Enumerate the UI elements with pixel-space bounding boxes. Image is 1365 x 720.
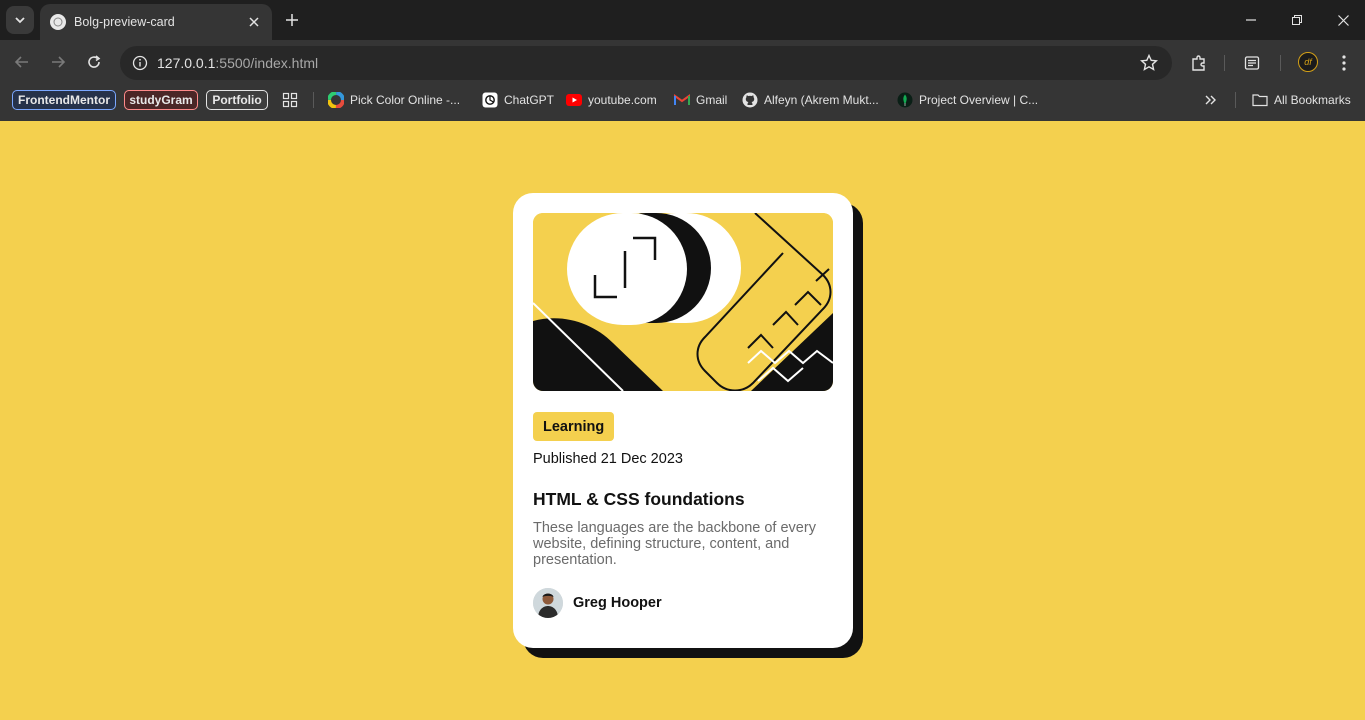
bookmark-github[interactable]: Alfeyn (Akrem Mukt...	[742, 90, 879, 110]
double-chevron-right-icon	[1205, 95, 1216, 105]
bookmark-label: youtube.com	[588, 93, 657, 107]
bookmark-youtube[interactable]: youtube.com	[566, 90, 657, 110]
restore-button[interactable]	[1283, 6, 1311, 34]
chevron-down-icon	[15, 17, 25, 24]
apps-icon[interactable]	[282, 90, 298, 110]
bookmark-gmail[interactable]: Gmail	[674, 90, 727, 110]
folder-icon	[1252, 92, 1268, 108]
forward-button[interactable]	[44, 48, 72, 76]
color-wheel-icon	[328, 92, 344, 108]
card-title[interactable]: HTML & CSS foundations	[533, 489, 745, 510]
site-info-icon[interactable]	[128, 51, 152, 75]
url-path: :5500/index.html	[215, 55, 319, 71]
star-icon[interactable]	[1140, 54, 1158, 72]
card-illustration	[533, 213, 833, 391]
youtube-icon	[566, 92, 582, 108]
author: Greg Hooper	[533, 588, 662, 618]
blog-preview-card: Learning Published 21 Dec 2023 HTML & CS…	[513, 193, 853, 648]
menu-icon[interactable]	[1333, 52, 1355, 74]
all-bookmarks-button[interactable]: All Bookmarks	[1252, 90, 1351, 110]
close-window-button[interactable]	[1329, 6, 1357, 34]
reading-list-icon[interactable]	[1241, 52, 1263, 74]
mongodb-icon	[897, 92, 913, 108]
plus-icon	[286, 14, 298, 26]
all-bookmarks-label: All Bookmarks	[1274, 93, 1351, 107]
globe-icon	[50, 14, 66, 30]
url-text: 127.0.0.1:5500/index.html	[157, 55, 318, 71]
bookmark-pick-color[interactable]: Pick Color Online -...	[328, 90, 460, 110]
reload-button[interactable]	[80, 48, 108, 76]
bookmark-label: Gmail	[696, 93, 728, 107]
profile-avatar[interactable]: df	[1298, 52, 1318, 72]
bookmark-divider	[313, 92, 314, 108]
extensions-icon[interactable]	[1188, 52, 1210, 74]
bookmark-studygram[interactable]: studyGram	[124, 90, 198, 110]
reload-icon	[88, 55, 101, 68]
new-tab-button[interactable]	[281, 9, 303, 31]
address-bar[interactable]: 127.0.0.1:5500/index.html	[120, 46, 1172, 80]
category-tag: Learning	[533, 412, 615, 441]
arrow-left-icon	[14, 56, 28, 68]
bookmark-portfolio[interactable]: Portfolio	[206, 90, 268, 110]
tab-active[interactable]: Bolg-preview-card	[40, 4, 272, 40]
toolbar-divider	[1280, 55, 1281, 71]
bookmark-frontendmentor[interactable]: FrontendMentor	[12, 90, 116, 110]
url-host: 127.0.0.1	[157, 55, 216, 71]
github-icon	[742, 92, 758, 108]
title-bar: Bolg-preview-card	[0, 0, 1365, 40]
bookmark-label: ChatGPT	[504, 93, 555, 107]
arrow-right-icon	[52, 56, 66, 68]
bookmark-label: Alfeyn (Akrem Mukt...	[764, 93, 879, 107]
card-description: These languages are the backbone of ever…	[533, 520, 816, 568]
bookmark-label: Pick Color Online -...	[350, 93, 461, 107]
avatar	[533, 588, 563, 618]
published-date: Published 21 Dec 2023	[533, 451, 683, 467]
restore-icon	[1292, 15, 1302, 25]
bookmark-mongodb[interactable]: Project Overview | C...	[897, 90, 1038, 110]
toolbar-divider	[1224, 55, 1225, 71]
chatgpt-icon	[482, 92, 498, 108]
close-icon[interactable]	[246, 14, 262, 30]
bookmark-divider	[1235, 92, 1236, 108]
gmail-icon	[674, 92, 690, 108]
tab-title: Bolg-preview-card	[74, 15, 175, 29]
tab-search-button[interactable]	[6, 6, 34, 34]
close-icon	[1337, 14, 1349, 26]
bookmark-chatgpt[interactable]: ChatGPT	[482, 90, 554, 110]
minimize-button[interactable]	[1237, 6, 1265, 34]
minimize-icon	[1246, 19, 1256, 21]
back-button[interactable]	[8, 48, 36, 76]
more-bookmarks-button[interactable]	[1204, 90, 1218, 110]
author-name: Greg Hooper	[573, 595, 662, 611]
bookmark-label: Project Overview | C...	[919, 93, 1039, 107]
